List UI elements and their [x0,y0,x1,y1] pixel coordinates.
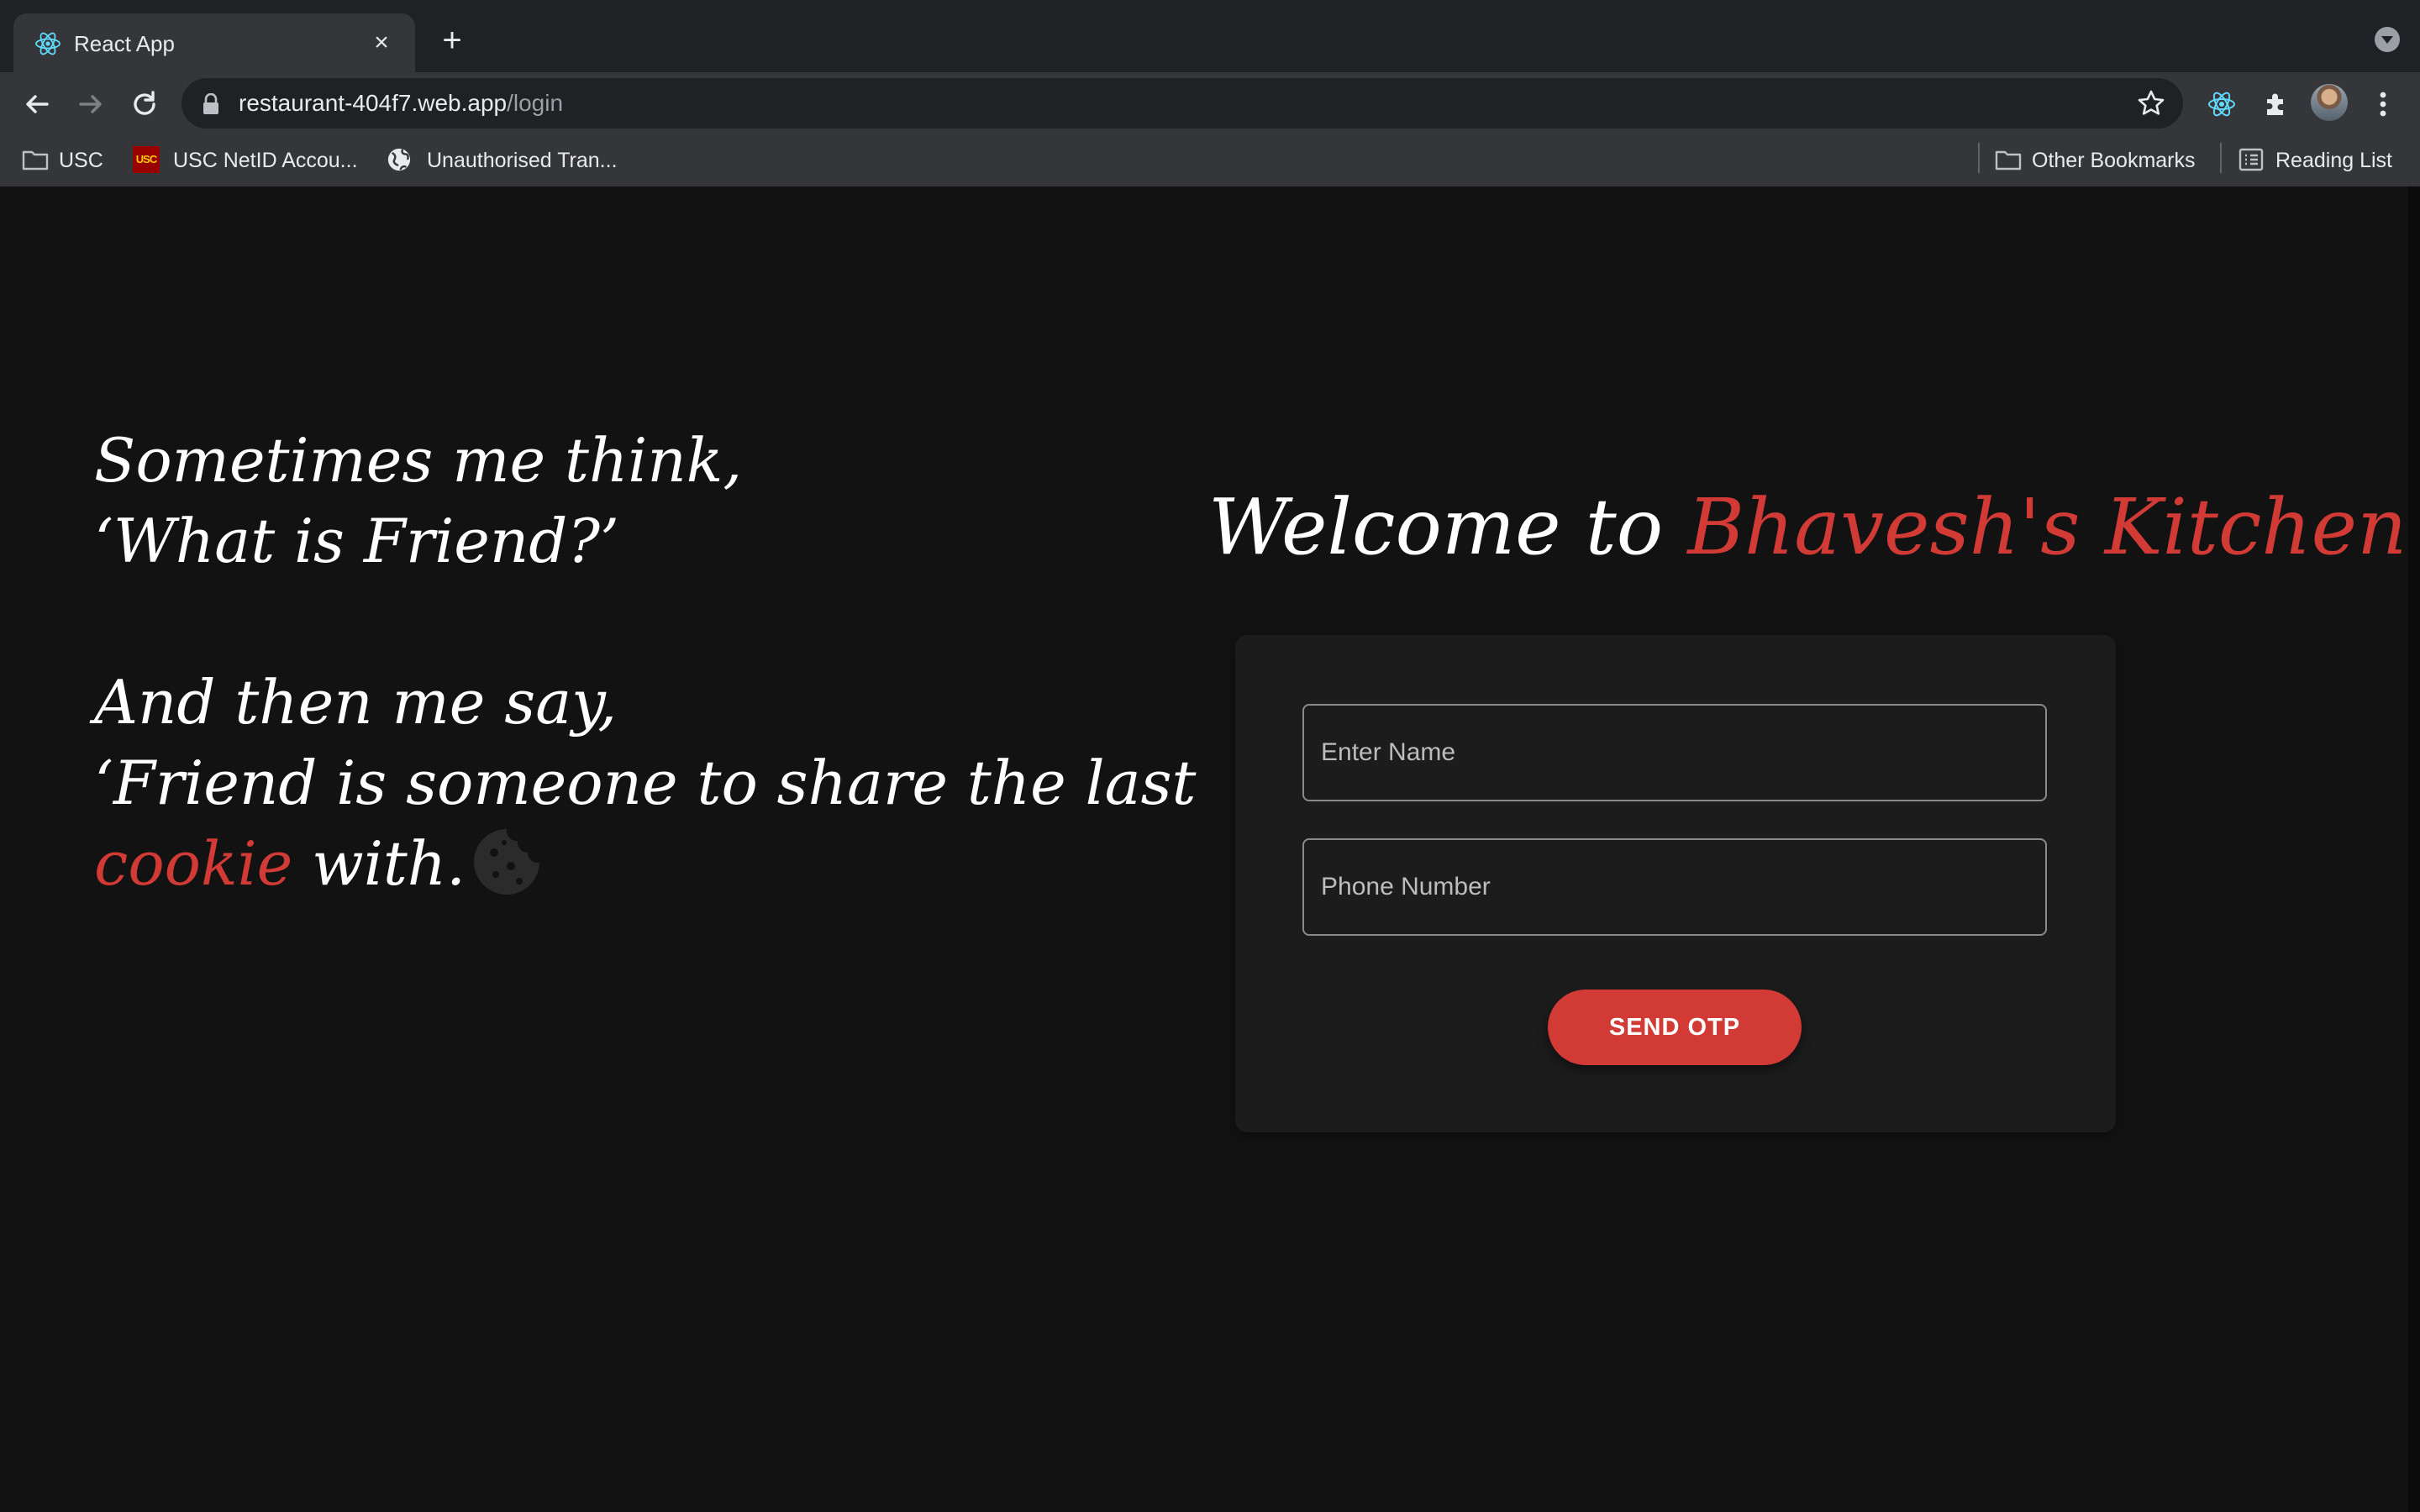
welcome-heading: Welcome to Bhavesh's Kitchen [1208,477,2407,578]
url-text[interactable]: restaurant-404f7.web.app/login [239,90,563,117]
quote-line: ‘What is Friend?’ [94,506,619,576]
url-host: restaurant-404f7.web.app [239,90,508,116]
folder-icon [22,151,49,171]
quote-line-end: with. [292,828,466,899]
globe-icon [387,149,411,171]
restaurant-name: Bhavesh's Kitchen [1687,482,2407,572]
reading-list-icon [2238,149,2264,171]
bookmark-usc[interactable]: USC [22,144,103,176]
url-path: /login [507,90,564,116]
send-otp-button[interactable]: SEND OTP [1548,990,1802,1065]
reload-icon[interactable] [128,87,161,121]
react-devtools-extension-icon[interactable] [2205,87,2238,121]
forward-arrow-icon[interactable] [74,87,108,121]
bookmarks-divider [1978,143,1980,173]
bookmark-unauthorised-transactions[interactable]: Unauthorised Tran... [387,144,618,176]
browser-tab[interactable]: React App × [13,13,415,72]
bookmark-label: USC NetID Accou... [173,149,358,172]
usc-logo-icon: USC [133,146,160,174]
tab-search-icon[interactable] [2375,27,2400,52]
bookmark-label: Unauthorised Tran... [427,149,618,172]
tab-close-icon[interactable]: × [366,28,397,58]
bookmark-label: Other Bookmarks [2032,149,2196,172]
cookie-icon [474,829,540,895]
phone-number-input[interactable] [1304,840,2045,934]
address-bar[interactable]: restaurant-404f7.web.app/login [182,78,2183,129]
browser-tab-strip: React App × + [0,0,2420,72]
bookmark-reading-list[interactable]: Reading List [2238,144,2392,176]
quote-spacer [94,581,1102,662]
bookmark-label: Reading List [2275,149,2392,172]
tab-title: React App [74,31,175,56]
bookmark-other-bookmarks[interactable]: Other Bookmarks [1995,144,2196,176]
page-scrollbar[interactable] [2408,186,2420,1512]
browser-toolbar: restaurant-404f7.web.app/login [0,72,2420,134]
lock-icon[interactable] [202,93,220,115]
quote-line: ‘Friend is someone to share the last [94,748,1197,818]
friend-quote: Sometimes me think, ‘What is Friend?’ An… [94,420,1197,904]
extensions-puzzle-icon[interactable] [2259,87,2292,121]
back-arrow-icon[interactable] [20,87,54,121]
quote-last-line: cookie with. [94,823,1102,904]
bookmarks-divider [2220,143,2222,173]
new-tab-button[interactable]: + [435,24,469,57]
folder-icon [1995,151,2022,171]
phone-field[interactable] [1302,838,2047,936]
login-card: SEND OTP [1235,635,2116,1132]
profile-avatar[interactable] [2311,84,2348,121]
quote-line: And then me say, [94,667,618,738]
browser-menu-icon[interactable] [2373,87,2393,121]
bookmark-label: USC [59,149,103,172]
quote-cookie-word: cookie [94,828,293,899]
bookmark-star-icon[interactable] [2136,88,2166,118]
name-field[interactable] [1302,704,2047,801]
react-favicon-icon [35,32,60,55]
bookmark-usc-netid[interactable]: USC USC NetID Accou... [133,144,358,176]
bookmarks-bar: USC USC USC NetID Accou... Unauthorised T… [0,134,2420,187]
name-input[interactable] [1304,706,2045,800]
welcome-prefix: Welcome to [1208,482,1688,572]
quote-line: Sometimes me think, [94,425,743,496]
